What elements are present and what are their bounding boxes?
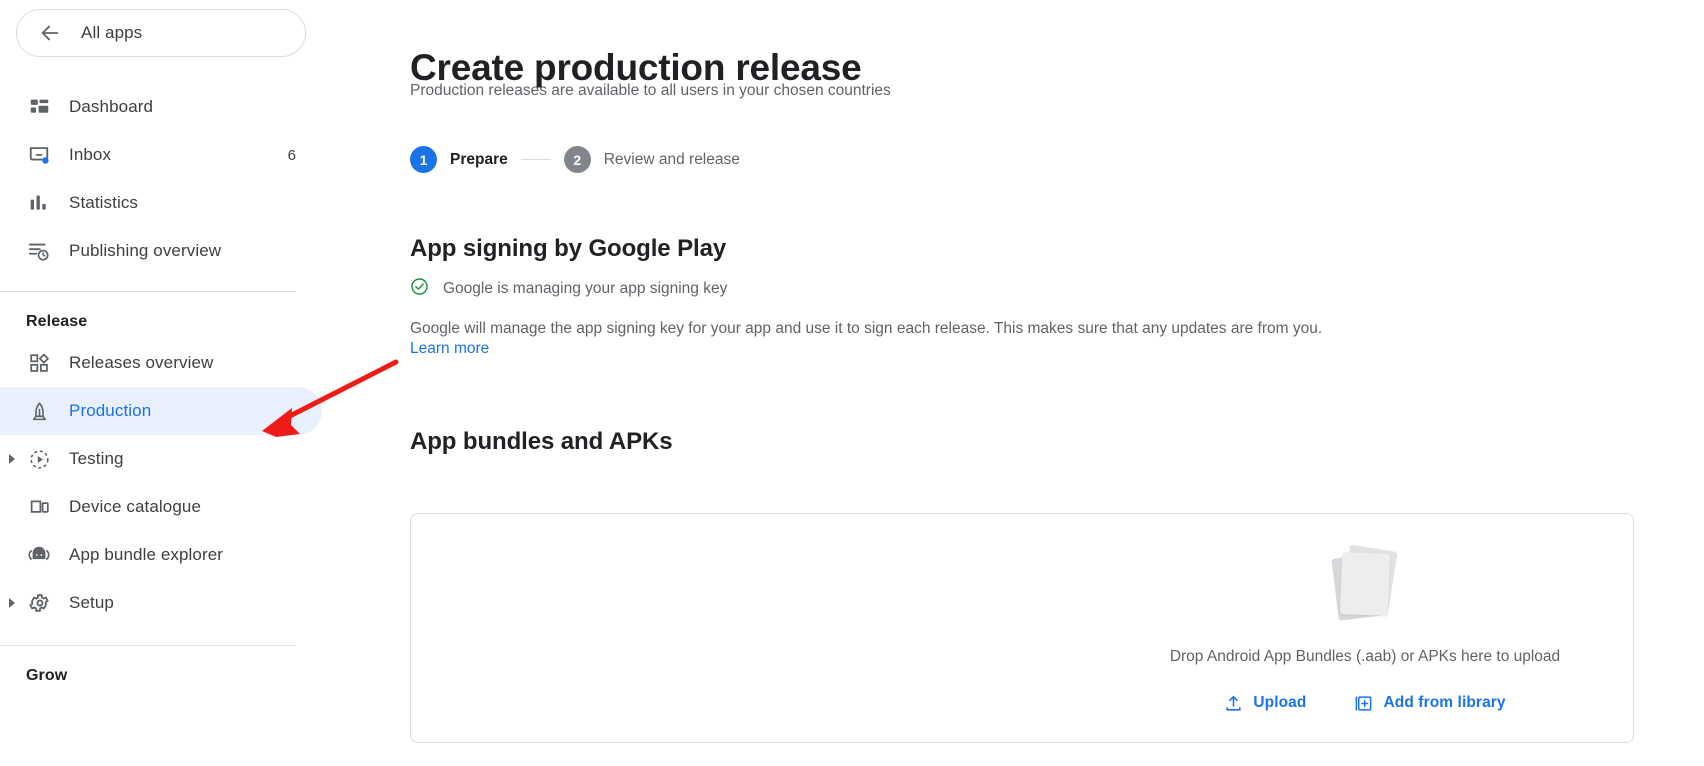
sidebar-item-label: Testing: [69, 449, 124, 469]
drop-zone-text: Drop Android App Bundles (.aab) or APKs …: [1170, 648, 1560, 666]
sidebar-primary-list: Dashboard Inbox 6: [0, 83, 322, 275]
stepper: 1 Prepare 2 Review and release: [410, 146, 740, 173]
play-console-window: All apps Dashboard: [0, 0, 1704, 766]
step-label: Prepare: [450, 151, 508, 169]
step-number: 2: [564, 146, 591, 173]
main-content: Create production release Production rel…: [322, 0, 1704, 766]
statistics-icon: [26, 191, 52, 215]
sidebar-item-label: Production: [69, 401, 151, 421]
learn-more-link[interactable]: Learn more: [410, 340, 489, 358]
sidebar: All apps Dashboard: [0, 0, 322, 766]
sidebar-item-production[interactable]: Production: [0, 387, 322, 435]
sidebar-item-label: Statistics: [69, 193, 138, 213]
section-heading-app-signing: App signing by Google Play: [410, 235, 726, 263]
signing-status-text: Google is managing your app signing key: [443, 280, 727, 298]
inbox-badge-count: 6: [288, 147, 296, 164]
inbox-icon: [26, 143, 52, 167]
upload-button-label: Upload: [1253, 694, 1306, 712]
android-bundle-icon: [26, 543, 52, 567]
sidebar-section-grow-title: Grow: [0, 646, 322, 691]
all-apps-label: All apps: [81, 23, 142, 43]
device-catalogue-icon: [26, 495, 52, 519]
step-prepare[interactable]: 1 Prepare: [410, 146, 508, 173]
sidebar-item-label: Setup: [69, 593, 114, 613]
sidebar-item-label: Inbox: [69, 145, 111, 165]
page-subtitle: Production releases are available to all…: [410, 82, 891, 100]
sidebar-item-dashboard[interactable]: Dashboard: [0, 83, 322, 131]
gear-icon: [26, 591, 52, 615]
upload-button[interactable]: Upload: [1218, 690, 1312, 717]
drop-zone-actions: Upload Add from library: [1218, 690, 1511, 717]
file-stack-icon: [1323, 540, 1407, 632]
sidebar-item-app-bundle-explorer[interactable]: App bundle explorer: [0, 531, 322, 579]
sidebar-item-setup[interactable]: Setup: [0, 579, 322, 627]
sidebar-item-label: App bundle explorer: [69, 545, 223, 565]
chevron-right-icon[interactable]: [5, 452, 19, 466]
sidebar-item-device-catalogue[interactable]: Device catalogue: [0, 483, 322, 531]
testing-icon: [26, 447, 52, 471]
app-bundle-drop-zone[interactable]: Drop Android App Bundles (.aab) or APKs …: [410, 513, 1634, 743]
sidebar-item-testing[interactable]: Testing: [0, 435, 322, 483]
signing-status-row: Google is managing your app signing key: [410, 277, 727, 301]
upload-icon: [1224, 694, 1243, 713]
sidebar-item-label: Publishing overview: [69, 241, 221, 261]
sidebar-item-label: Releases overview: [69, 353, 213, 373]
sidebar-item-publishing-overview[interactable]: Publishing overview: [0, 227, 322, 275]
sidebar-item-inbox[interactable]: Inbox 6: [0, 131, 322, 179]
sidebar-section-release-title: Release: [0, 292, 322, 337]
publishing-overview-icon: [26, 239, 52, 263]
chevron-right-icon[interactable]: [5, 596, 19, 610]
sidebar-item-label: Dashboard: [69, 97, 153, 117]
sidebar-item-releases-overview[interactable]: Releases overview: [0, 339, 322, 387]
check-circle-icon: [410, 277, 429, 301]
rocket-icon: [26, 399, 52, 423]
add-from-library-button-label: Add from library: [1383, 694, 1505, 712]
drop-zone-content: Drop Android App Bundles (.aab) or APKs …: [1125, 514, 1605, 742]
sidebar-release-list: Releases overview Production: [0, 339, 322, 627]
step-connector: [521, 159, 551, 160]
add-from-library-icon: [1354, 694, 1373, 713]
signing-description: Google will manage the app signing key f…: [410, 317, 1490, 340]
step-number: 1: [410, 146, 437, 173]
add-from-library-button[interactable]: Add from library: [1348, 690, 1511, 717]
arrow-left-icon: [39, 22, 61, 44]
sidebar-item-statistics[interactable]: Statistics: [0, 179, 322, 227]
dashboard-icon: [26, 95, 52, 119]
sidebar-item-label: Device catalogue: [69, 497, 201, 517]
section-heading-app-bundles: App bundles and APKs: [410, 428, 672, 456]
releases-overview-icon: [26, 351, 52, 375]
step-review-and-release[interactable]: 2 Review and release: [564, 146, 740, 173]
all-apps-button[interactable]: All apps: [16, 9, 306, 57]
step-label: Review and release: [604, 151, 740, 169]
